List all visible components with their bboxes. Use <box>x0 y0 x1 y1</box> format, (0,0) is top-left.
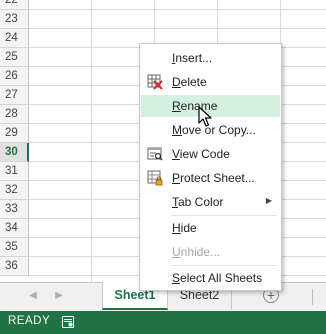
menu-item-label: Insert... <box>172 51 213 65</box>
triangle-right-icon[interactable]: ▶ <box>52 289 66 303</box>
menu-item-protect-sheet[interactable]: Protect Sheet... <box>141 167 280 189</box>
row-header[interactable]: 27 <box>0 86 29 105</box>
row-header[interactable]: 31 <box>0 162 29 181</box>
row-header[interactable]: 29 <box>0 124 29 143</box>
menu-item-insert[interactable]: Insert... <box>141 47 280 69</box>
menu-item-label: Move or Copy... <box>172 123 256 137</box>
status-text: READY <box>8 315 51 327</box>
row-header[interactable]: 32 <box>0 181 29 200</box>
menu-item-view-code[interactable]: View Code <box>141 143 280 165</box>
sheet-tab-context-menu: Insert... Delete Rename Move or Copy... … <box>139 43 282 291</box>
menu-item-delete[interactable]: Delete <box>141 71 280 93</box>
grid-row[interactable]: 23 <box>0 10 326 29</box>
menu-separator <box>171 215 277 216</box>
row-header[interactable]: 36 <box>0 257 29 276</box>
row-header[interactable]: 35 <box>0 238 29 257</box>
tab-bar-divider[interactable] <box>312 289 313 305</box>
grid-row[interactable]: 22 <box>0 0 326 10</box>
macro-record-icon[interactable] <box>62 316 74 328</box>
menu-item-label: Rename <box>172 99 218 113</box>
menu-item-move-or-copy[interactable]: Move or Copy... <box>141 119 280 141</box>
menu-item-label: Delete <box>172 75 207 89</box>
menu-item-label: Protect Sheet... <box>172 171 255 185</box>
menu-item-label: Tab Color <box>172 195 224 209</box>
triangle-left-icon[interactable]: ◀ <box>26 289 40 303</box>
row-header[interactable]: 24 <box>0 29 29 48</box>
protect-sheet-icon <box>147 170 163 186</box>
menu-separator <box>171 265 277 266</box>
menu-item-select-all-sheets[interactable]: Select All Sheets <box>141 267 280 289</box>
menu-item-label: Hide <box>172 221 197 235</box>
menu-item-rename[interactable]: Rename <box>141 95 280 117</box>
row-header[interactable]: 22 <box>0 0 29 10</box>
menu-item-label: Select All Sheets <box>172 271 263 285</box>
row-header[interactable]: 28 <box>0 105 29 124</box>
view-code-icon <box>147 147 163 161</box>
menu-item-hide[interactable]: Hide <box>141 217 280 239</box>
menu-item-label: Unhide... <box>172 245 221 259</box>
row-header[interactable]: 34 <box>0 219 29 238</box>
menu-item-tab-color[interactable]: Tab Color ▶ <box>141 191 280 213</box>
row-header[interactable]: 33 <box>0 200 29 219</box>
row-header[interactable]: 26 <box>0 67 29 86</box>
delete-sheet-icon <box>147 74 163 90</box>
row-header[interactable]: 25 <box>0 48 29 67</box>
submenu-arrow-icon: ▶ <box>265 196 272 205</box>
row-header[interactable]: 23 <box>0 10 29 29</box>
menu-item-label: View Code <box>172 147 230 161</box>
status-bar: READY <box>0 311 326 334</box>
row-header-selected[interactable]: 30 <box>0 143 29 162</box>
menu-item-unhide: Unhide... <box>141 241 280 263</box>
